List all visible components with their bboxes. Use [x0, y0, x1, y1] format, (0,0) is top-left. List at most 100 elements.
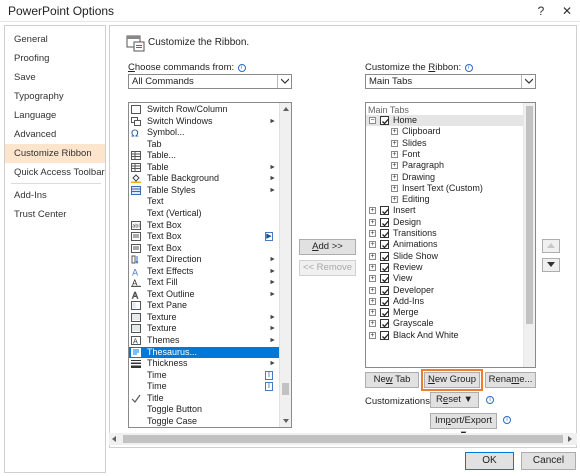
tree-group-item[interactable]: + Clipboard	[366, 126, 524, 137]
expand-icon[interactable]: +	[369, 207, 376, 215]
choose-commands-dropdown[interactable]: All Commands	[128, 74, 292, 89]
command-item[interactable]: Text Pane	[129, 300, 279, 311]
tree-tab-item[interactable]: + Insert	[366, 205, 524, 216]
ok-button[interactable]: OK	[465, 452, 514, 470]
tree-group-item[interactable]: + Font	[366, 149, 524, 160]
move-down-button[interactable]	[542, 258, 560, 272]
command-item[interactable]: Table Background ►	[129, 173, 279, 184]
nav-item-advanced[interactable]: Advanced	[5, 125, 105, 144]
commands-scrollbar[interactable]	[279, 103, 291, 427]
command-item[interactable]: Texture ►	[129, 312, 279, 323]
command-item[interactable]: Toggle Button	[129, 404, 279, 415]
help-button[interactable]: ?	[530, 2, 552, 20]
command-item[interactable]: Text Direction ►	[129, 254, 279, 265]
nav-item-trust-center[interactable]: Trust Center	[5, 205, 105, 224]
command-item[interactable]: Tab	[129, 139, 279, 150]
expand-icon[interactable]: +	[369, 230, 376, 237]
tree-tab-item[interactable]: + Slide Show	[366, 251, 524, 262]
tab-checkbox[interactable]	[380, 330, 389, 340]
command-item[interactable]: Table ►	[129, 162, 279, 173]
command-item[interactable]: Ω Symbol...	[129, 127, 279, 140]
command-item[interactable]: Thickness ►	[129, 358, 279, 369]
tab-checkbox[interactable]	[380, 319, 389, 329]
expand-icon[interactable]: +	[369, 286, 376, 294]
expand-icon[interactable]: +	[369, 241, 376, 249]
command-item[interactable]: Text Box	[129, 243, 279, 254]
remove-button[interactable]: << Remove	[299, 260, 356, 276]
tree-tab-item[interactable]: + Merge	[366, 307, 524, 318]
ribbon-tabs-tree[interactable]: Main Tabs − Home + Clipboard + Slides + Font + Pa…	[365, 102, 536, 368]
command-item[interactable]: Text (Vertical)	[129, 208, 279, 219]
tab-checkbox[interactable]	[380, 308, 389, 318]
tree-group-item[interactable]: + Insert Text (Custom)	[366, 183, 524, 194]
command-item[interactable]: Text Box ▶	[129, 231, 279, 242]
tree-group-item[interactable]: + Drawing	[366, 172, 524, 183]
nav-item-typography[interactable]: Typography	[5, 87, 105, 106]
command-item[interactable]: Toggle Case	[129, 416, 279, 427]
tab-checkbox[interactable]	[380, 206, 389, 216]
scroll-left-icon[interactable]	[109, 433, 121, 445]
horizontal-scroll-thumb[interactable]	[123, 435, 563, 443]
expand-icon[interactable]: +	[369, 331, 376, 339]
customize-ribbon-dropdown[interactable]: Main Tabs	[365, 74, 536, 89]
tree-scroll-thumb[interactable]	[526, 106, 533, 324]
expand-icon[interactable]: +	[369, 320, 376, 328]
expand-icon[interactable]: +	[391, 139, 398, 147]
command-item[interactable]: Thesaurus...	[129, 346, 279, 358]
expand-icon[interactable]: +	[391, 184, 398, 192]
expand-icon[interactable]: +	[369, 297, 376, 305]
horizontal-scrollbar[interactable]	[109, 433, 577, 445]
tab-checkbox[interactable]	[380, 229, 389, 238]
tab-checkbox[interactable]	[380, 274, 389, 284]
tree-tab-item[interactable]: + Transitions	[366, 228, 524, 239]
nav-item-language[interactable]: Language	[5, 106, 105, 125]
command-item[interactable]: Table...	[129, 150, 279, 161]
tree-item-home[interactable]: − Home	[366, 115, 524, 127]
scroll-up-icon[interactable]	[280, 103, 291, 115]
expand-icon[interactable]: +	[391, 128, 398, 136]
expand-icon[interactable]: +	[391, 196, 398, 204]
expand-icon[interactable]: +	[391, 173, 398, 181]
expand-icon[interactable]: +	[369, 309, 376, 317]
add-button[interactable]: Add >>	[299, 239, 356, 255]
expand-icon[interactable]: +	[369, 275, 376, 283]
command-item[interactable]: Switch Windows ►	[129, 116, 279, 127]
tree-tab-item[interactable]: + Grayscale	[366, 318, 524, 329]
nav-item-quick-access-toolbar[interactable]: Quick Access Toolbar	[5, 163, 105, 182]
tree-tab-item[interactable]: + Add-Ins	[366, 296, 524, 307]
new-tab-button[interactable]: New Tab	[365, 372, 419, 388]
command-item[interactable]: Time I	[129, 370, 279, 381]
tree-tab-item[interactable]: + View	[366, 273, 524, 284]
command-item[interactable]: Switch Row/Column	[129, 104, 279, 115]
tab-checkbox[interactable]	[380, 217, 389, 227]
tab-checkbox[interactable]	[380, 240, 389, 250]
rename-button[interactable]: Rename...	[485, 372, 536, 388]
commands-list[interactable]: Switch Row/Column Switch Windows ► Ω Symbol.…	[128, 102, 292, 428]
command-item[interactable]: Table Styles ►	[129, 185, 279, 196]
tab-checkbox[interactable]	[380, 251, 389, 261]
nav-item-proofing[interactable]: Proofing	[5, 49, 105, 68]
tree-group-item[interactable]: + Editing	[366, 194, 524, 205]
command-item[interactable]: Text	[129, 196, 279, 207]
tree-tab-item[interactable]: + Review	[366, 262, 524, 273]
collapse-icon[interactable]: −	[369, 117, 376, 124]
expand-icon[interactable]: +	[369, 218, 376, 226]
new-group-button[interactable]: New Group	[421, 369, 483, 391]
command-item[interactable]: A Themes ►	[129, 335, 279, 346]
move-up-button[interactable]	[542, 239, 560, 253]
tree-tab-item[interactable]: + Black And White	[366, 330, 524, 341]
tree-tab-item[interactable]: + Animations	[366, 239, 524, 250]
nav-item-add-ins[interactable]: Add-Ins	[5, 186, 105, 205]
scroll-down-icon[interactable]	[280, 415, 291, 427]
expand-icon[interactable]: +	[369, 263, 376, 271]
tree-tab-item[interactable]: + Developer	[366, 285, 524, 296]
tab-checkbox[interactable]	[380, 285, 389, 295]
tree-group-item[interactable]: + Slides	[366, 138, 524, 149]
reset-button[interactable]: Reset ▼	[430, 392, 479, 408]
expand-icon[interactable]: +	[369, 252, 376, 260]
tree-group-item[interactable]: + Paragraph	[366, 160, 524, 171]
cancel-button[interactable]: Cancel	[521, 452, 576, 470]
command-item[interactable]: Time I	[129, 381, 279, 392]
tree-scrollbar[interactable]	[523, 103, 535, 367]
expand-icon[interactable]: +	[391, 162, 398, 170]
